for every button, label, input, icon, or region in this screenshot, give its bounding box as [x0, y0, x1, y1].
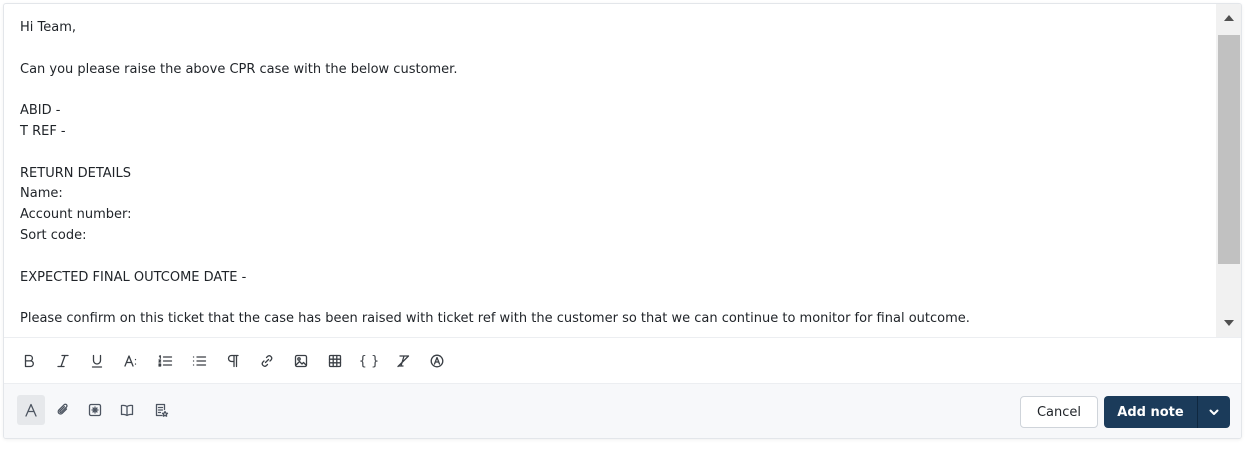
scroll-down-arrow[interactable]: [1216, 309, 1241, 337]
canned-response-icon[interactable]: [81, 395, 109, 425]
add-note-split-button: Add note: [1104, 396, 1230, 428]
add-note-options-button[interactable]: [1198, 396, 1230, 428]
editor-footer: Cancel Add note: [4, 384, 1241, 438]
paragraph-icon[interactable]: [222, 350, 244, 372]
table-icon[interactable]: [324, 350, 346, 372]
bold-icon[interactable]: [18, 350, 40, 372]
cancel-button[interactable]: Cancel: [1020, 396, 1098, 428]
scroll-up-arrow[interactable]: [1216, 4, 1241, 32]
note-editor: Hi Team, Can you please raise the above …: [3, 3, 1242, 439]
text-line: [20, 143, 1216, 164]
text-line: [20, 247, 1216, 268]
bulleted-list-icon[interactable]: [188, 350, 210, 372]
note-text-area[interactable]: Hi Team, Can you please raise the above …: [4, 4, 1216, 337]
link-icon[interactable]: [256, 350, 278, 372]
text-line: Sort code:: [20, 227, 87, 243]
template-icon[interactable]: [147, 395, 175, 425]
code-block-icon[interactable]: { }: [358, 350, 380, 372]
text-format-icon[interactable]: [17, 395, 45, 425]
add-note-button[interactable]: Add note: [1104, 396, 1197, 428]
formatting-toolbar: { }: [4, 337, 1241, 384]
text-line: RETURN DETAILS: [20, 165, 131, 181]
text-line: Hi Team,: [20, 20, 77, 35]
text-line: [20, 39, 1216, 60]
attachment-icon[interactable]: [49, 395, 77, 425]
text-line: EXPECTED FINAL OUTCOME DATE -: [20, 269, 247, 285]
knowledge-base-icon[interactable]: [113, 395, 141, 425]
text-line: ABID -: [20, 103, 61, 119]
numbered-list-icon[interactable]: [154, 350, 176, 372]
text-line: T REF -: [20, 123, 66, 139]
text-line: Account number:: [20, 207, 132, 223]
code-block-glyph: { }: [358, 353, 380, 369]
image-icon[interactable]: [290, 350, 312, 372]
ai-assist-icon[interactable]: [426, 350, 448, 372]
scroll-thumb[interactable]: [1218, 35, 1240, 264]
text-line: [20, 288, 1216, 309]
chevron-down-icon: [1209, 409, 1219, 415]
italic-icon[interactable]: [52, 350, 74, 372]
font-size-icon[interactable]: [120, 350, 142, 372]
vertical-scrollbar[interactable]: [1216, 4, 1241, 337]
text-line: [20, 80, 1216, 101]
text-line: Can you please raise the above CPR case …: [20, 61, 458, 77]
text-line: Name:: [20, 186, 63, 202]
text-line: Please confirm on this ticket that the c…: [20, 311, 970, 327]
underline-icon[interactable]: [86, 350, 108, 372]
clear-formatting-icon[interactable]: [392, 350, 414, 372]
